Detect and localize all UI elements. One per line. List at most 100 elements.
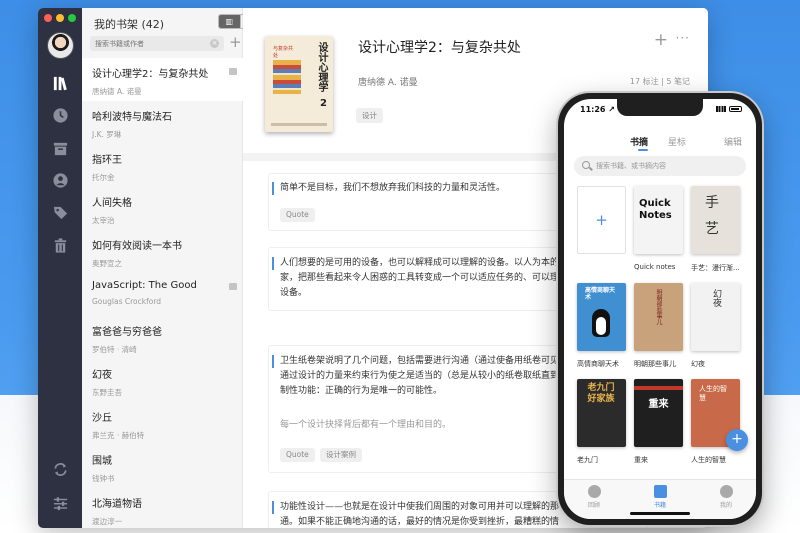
cover-number: 2 (320, 98, 327, 109)
cover-subtitle: 与复杂共处 (273, 46, 294, 59)
book-label: 幻夜 (691, 360, 705, 368)
list-item[interactable]: 北海道物语 渡边淳一 (82, 488, 243, 528)
phone-screen: 11:26 ↗ 书摘 星标 编辑 搜索书籍、或书摘内容 + Quick Note… (564, 99, 756, 519)
book-cover[interactable]: 幻夜 (691, 283, 740, 351)
note-icon (229, 68, 237, 75)
highlight-tag[interactable]: Quote (280, 448, 315, 462)
book-author: 渡边淳一 (92, 517, 122, 526)
highlight-marker (272, 182, 274, 195)
books-icon[interactable] (51, 74, 69, 92)
add-book-button[interactable]: + (229, 33, 242, 51)
book-label: 人生的智慧 (691, 456, 726, 464)
clock-icon[interactable] (51, 106, 69, 124)
settings-icon[interactable] (51, 494, 69, 512)
edit-button[interactable]: 编辑 (724, 135, 742, 148)
nav-me[interactable]: 我的 (706, 485, 746, 509)
battery-icon (729, 106, 742, 112)
penguin-belly (596, 317, 606, 335)
more-options-icon[interactable]: ··· (676, 31, 690, 45)
book-title: 如何有效阅读一本书 (92, 241, 182, 252)
tab-starred[interactable]: 星标 (668, 135, 686, 148)
book-label: 高情商聊天术 (577, 360, 619, 368)
add-note-button[interactable]: + (654, 30, 668, 50)
book-title: 围城 (92, 456, 112, 467)
minimize-window-button[interactable] (56, 14, 64, 22)
note-icon (229, 283, 237, 290)
phone-tab-bar: 回顾 书籍 我的 (564, 479, 756, 519)
home-indicator (630, 512, 690, 515)
book-tag[interactable]: 设计 (356, 108, 383, 123)
add-floating-button[interactable]: + (726, 429, 748, 451)
trash-icon[interactable] (51, 236, 69, 254)
list-item[interactable]: JavaScript: The Good Gouglas Crockford (82, 273, 243, 316)
tab-excerpts[interactable]: 书摘 (630, 135, 648, 148)
book-cover[interactable]: 高情商聊天术 (577, 283, 626, 351)
highlight-note: 每一个设计抉择背后都有一个理由和目的。 (280, 420, 452, 430)
book-label: 老九门 (577, 456, 598, 464)
annotation-count: 17 标注 | 5 笔记 (629, 77, 690, 86)
status-icons (716, 106, 742, 112)
cover-footer (271, 123, 327, 126)
list-item[interactable]: 围城 钱钟书 (82, 445, 243, 488)
search-input[interactable] (90, 36, 224, 51)
list-item[interactable]: 如何有效阅读一本书 奥野宣之 (82, 230, 243, 273)
book-cover[interactable]: 重来 (634, 379, 683, 447)
nav-review[interactable]: 回顾 (574, 485, 614, 509)
cover-text: Quick Notes (639, 198, 672, 221)
cover-title: 设计心理学 (316, 42, 327, 92)
nav-books[interactable]: 书籍 (640, 485, 680, 509)
list-item[interactable]: 沙丘 弗兰克 · 赫伯特 (82, 402, 243, 445)
user-icon[interactable] (51, 171, 69, 189)
status-time: 11:26 ↗ (580, 105, 615, 114)
book-author: 唐纳德 A. 诺曼 (92, 87, 142, 96)
highlight-text: 卫生纸卷架说明了几个问题，包括需要进行沟通（通过使备用纸卷可见 (280, 356, 560, 366)
book-label: Quick notes (634, 263, 676, 271)
cover-text: 明朝那些事儿 (655, 289, 662, 325)
book-label: 手艺：漫行渐... (691, 264, 740, 272)
highlight-text: 家，把那些看起来令人困惑的工具转变成一个可以适应任务的、可以理 (280, 273, 560, 283)
book-title: JavaScript: The Good (92, 280, 197, 291)
inbox-icon[interactable] (51, 139, 69, 157)
book-title: 哈利波特与魔法石 (92, 112, 172, 123)
highlight-marker (272, 501, 274, 514)
book-author: J.K. 罗琳 (92, 130, 122, 139)
list-item[interactable]: 幻夜 东野圭吾 (82, 359, 243, 402)
book-cover: 与复杂共处 设计心理学 2 (265, 36, 333, 132)
page-title: 设计心理学2：与复杂共处 (358, 40, 521, 56)
book-cover[interactable]: Quick Notes (634, 186, 683, 254)
cover-text: 高情商聊天术 (585, 287, 616, 301)
shelf-title: 我的书架 (42) (94, 18, 165, 31)
book-list: 设计心理学2：与复杂共处 唐纳德 A. 诺曼 哈利波特与魔法石 J.K. 罗琳 … (82, 58, 243, 528)
clear-search-icon[interactable]: × (210, 39, 219, 48)
maximize-window-button[interactable] (68, 14, 76, 22)
book-title: 设计心理学2：与复杂共处 (92, 69, 209, 80)
tab-indicator (638, 149, 648, 151)
list-item[interactable]: 指环王 托尔金 (82, 144, 243, 187)
avatar[interactable] (47, 32, 74, 59)
list-item[interactable]: 富爸爸与穷爸爸 罗伯特 · 清崎 (82, 316, 243, 359)
highlight-text: 通。如果不能正确地沟通的话，最好的情况是你受到挫折，最糟糕的情 (280, 517, 560, 527)
sync-icon[interactable] (51, 460, 69, 478)
book-cover[interactable]: 明朝那些事儿 (634, 283, 683, 351)
book-title: 沙丘 (92, 413, 112, 424)
highlight-tag[interactable]: 设计案例 (320, 448, 362, 462)
cover-illustration (273, 60, 301, 94)
add-book-tile[interactable]: + (577, 186, 626, 254)
highlight-tag[interactable]: Quote (280, 208, 315, 222)
list-item[interactable]: 设计心理学2：与复杂共处 唐纳德 A. 诺曼 (82, 58, 243, 101)
shelf-view-button[interactable]: ▥ (219, 15, 240, 28)
highlight-text: 制性功能：正确的行为是唯一的可能性。 (280, 386, 443, 396)
book-cover[interactable]: 手 艺 (691, 186, 740, 254)
book-author: 弗兰克 · 赫伯特 (92, 431, 145, 440)
tag-icon[interactable] (51, 203, 69, 221)
list-item[interactable]: 哈利波特与魔法石 J.K. 罗琳 (82, 101, 243, 144)
book-author: 东野圭吾 (92, 388, 122, 397)
book-author: 钱钟书 (92, 474, 115, 483)
nav-label: 书籍 (653, 502, 666, 509)
list-item[interactable]: 人间失格 太宰治 (82, 187, 243, 230)
book-title: 北海道物语 (92, 499, 142, 510)
cover-text: 手 艺 (705, 195, 719, 237)
book-cover[interactable]: 老九门 好家族 (577, 379, 626, 447)
close-window-button[interactable] (44, 14, 52, 22)
phone-search-input[interactable]: 搜索书籍、或书摘内容 (574, 156, 746, 176)
